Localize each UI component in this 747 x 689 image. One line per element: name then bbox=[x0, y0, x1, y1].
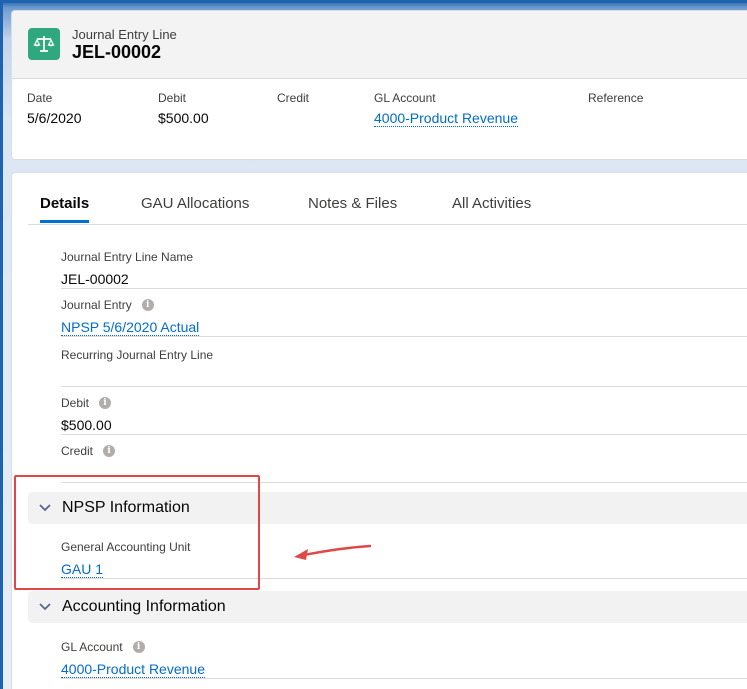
journal-entry-link[interactable]: NPSP 5/6/2020 Actual bbox=[61, 319, 200, 336]
info-icon[interactable]: i bbox=[132, 641, 145, 653]
info-icon[interactable]: i bbox=[141, 299, 154, 311]
tab-details[interactable]: Details bbox=[40, 195, 90, 223]
chevron-down-icon bbox=[38, 600, 52, 614]
section-accounting-information[interactable]: Accounting Information bbox=[28, 591, 747, 623]
highlight-value: 5/6/2020 bbox=[27, 110, 82, 126]
field-value: JEL-00002 bbox=[61, 271, 129, 287]
field-gl-account: GL Account i 4000-Product Revenue bbox=[61, 631, 747, 679]
tab-gau-allocations[interactable]: GAU Allocations bbox=[141, 195, 249, 222]
record-header: Journal Entry Line JEL-00002 Date 5/6/20… bbox=[11, 10, 747, 160]
field-label: Journal Entry Line Name bbox=[61, 250, 194, 264]
field-label: Debit bbox=[61, 396, 90, 410]
object-type-label: Journal Entry Line bbox=[72, 27, 177, 42]
record-detail-card: Details GAU Allocations Notes & Files Al… bbox=[11, 172, 747, 689]
section-title: Accounting Information bbox=[62, 598, 226, 615]
highlight-field-date: Date 5/6/2020 bbox=[27, 91, 82, 126]
highlight-label: Credit bbox=[277, 91, 310, 105]
field-label: Credit bbox=[61, 444, 94, 458]
highlight-label: Debit bbox=[158, 91, 187, 105]
field-label: Recurring Journal Entry Line bbox=[61, 348, 214, 362]
info-icon[interactable]: i bbox=[103, 445, 116, 457]
highlight-label: Date bbox=[27, 91, 53, 105]
field-value: $500.00 bbox=[61, 417, 112, 433]
highlight-field-gl-account: GL Account 4000-Product Revenue bbox=[374, 91, 518, 127]
tab-all-activities[interactable]: All Activities bbox=[452, 195, 531, 222]
field-journal-entry: Journal Entry i NPSP 5/6/2020 Actual bbox=[61, 289, 747, 337]
field-label: Journal Entry bbox=[61, 298, 132, 312]
tab-bar: Details GAU Allocations Notes & Files Al… bbox=[28, 173, 747, 225]
record-header-top: Journal Entry Line JEL-00002 bbox=[12, 11, 747, 79]
annotation-highlight-box bbox=[14, 475, 260, 590]
tab-notes-files[interactable]: Notes & Files bbox=[308, 195, 397, 222]
info-icon[interactable]: i bbox=[99, 397, 112, 409]
record-title: JEL-00002 bbox=[72, 42, 162, 62]
highlight-field-reference: Reference bbox=[588, 91, 643, 110]
highlight-value: $500.00 bbox=[158, 110, 209, 126]
arrow-left-icon bbox=[294, 544, 372, 560]
scales-icon bbox=[28, 28, 60, 60]
gl-account-link[interactable]: 4000-Product Revenue bbox=[374, 110, 518, 127]
field-journal-entry-line-name: Journal Entry Line Name JEL-00002 bbox=[61, 241, 747, 289]
highlight-field-debit: Debit $500.00 bbox=[158, 91, 209, 126]
highlight-label: Reference bbox=[588, 91, 644, 105]
gl-account-link[interactable]: 4000-Product Revenue bbox=[61, 661, 205, 678]
highlight-label: GL Account bbox=[374, 91, 436, 105]
field-label: GL Account bbox=[61, 640, 123, 654]
field-recurring-journal-entry-line: Recurring Journal Entry Line bbox=[61, 339, 747, 387]
highlight-field-credit: Credit bbox=[277, 91, 309, 110]
field-debit: Debit i $500.00 bbox=[61, 387, 747, 435]
